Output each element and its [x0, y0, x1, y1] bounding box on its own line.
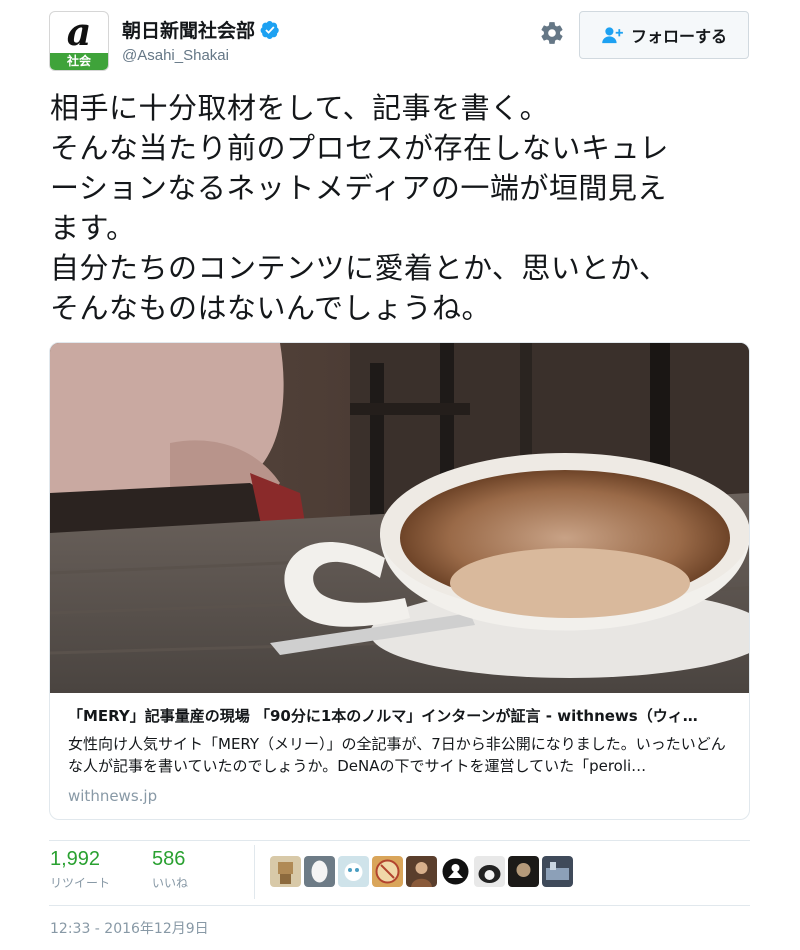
like-label: いいね	[152, 876, 189, 890]
card-title[interactable]: 「MERY」記事量産の現場 「90分に1本のノルマ」インターンが証言 - wit…	[68, 705, 738, 727]
add-user-icon	[602, 27, 623, 44]
liker-avatar[interactable]	[508, 856, 539, 887]
like-count: 586	[152, 848, 186, 870]
like-stat[interactable]: 586 いいね	[152, 848, 188, 891]
liker-avatar[interactable]	[372, 856, 403, 887]
name-row: 朝日新聞社会部	[122, 16, 280, 43]
liker-avatar[interactable]	[304, 856, 335, 887]
display-name[interactable]: 朝日新聞社会部	[122, 16, 255, 43]
avatar-logo: a	[66, 11, 92, 54]
user-handle[interactable]: @Asahi_Shakai	[122, 47, 229, 64]
verified-badge-icon	[260, 20, 279, 39]
retweet-stat[interactable]: 1,992 リツイート	[50, 848, 110, 891]
timestamp[interactable]: 12:33 - 2016年12月9日	[50, 918, 209, 938]
tweet-line: ます。	[50, 211, 136, 245]
liker-avatars	[270, 856, 576, 887]
follow-button[interactable]: フォローする	[579, 11, 749, 59]
retweet-label: リツイート	[50, 876, 111, 890]
stats-separator	[254, 845, 255, 899]
tweet-line: 相手に十分取材をして、記事を書く。	[50, 91, 550, 125]
card-domain: withnews.jp	[68, 787, 158, 805]
liker-avatar[interactable]	[270, 856, 301, 887]
card-body: 「MERY」記事量産の現場 「90分に1本のノルマ」インターンが証言 - wit…	[68, 705, 738, 805]
gear-icon[interactable]	[539, 20, 565, 46]
profile-avatar[interactable]: a 社会	[49, 11, 109, 71]
liker-avatar[interactable]	[338, 856, 369, 887]
tweet-line: そんなものはないんでしょうね。	[50, 291, 492, 325]
link-card[interactable]: 「MERY」記事量産の現場 「90分に1本のノルマ」インターンが証言 - wit…	[49, 342, 750, 820]
divider	[49, 905, 750, 906]
liker-avatar[interactable]	[542, 856, 573, 887]
liker-avatar[interactable]	[440, 856, 471, 887]
tweet-text: 相手に十分取材をして、記事を書く。 そんな当たり前のプロセスが存在しないキュレ …	[50, 88, 750, 328]
retweet-count: 1,992	[50, 848, 101, 870]
tweet-line: 自分たちのコンテンツに愛着とか、思いとか、	[50, 251, 669, 285]
divider	[49, 840, 750, 841]
card-description: 女性向け人気サイト「MERY（メリー）」の全記事が、7日から非公開になりました。…	[68, 735, 726, 775]
tweet-line: ーションなるネットメディアの一端が垣間見え	[50, 171, 667, 205]
card-image	[50, 343, 749, 693]
avatar-badge: 社会	[50, 53, 108, 70]
tweet-line: そんな当たり前のプロセスが存在しないキュレ	[50, 131, 669, 165]
liker-avatar[interactable]	[474, 856, 505, 887]
liker-avatar[interactable]	[406, 856, 437, 887]
follow-button-label: フォローする	[630, 27, 727, 46]
